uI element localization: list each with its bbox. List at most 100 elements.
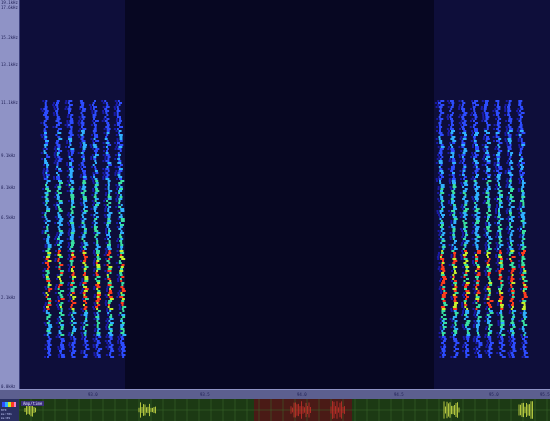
- spectro-cell: [90, 214, 93, 216]
- spectro-cell: [110, 314, 113, 316]
- spectro-cell: [473, 138, 476, 140]
- spectro-cell: [442, 248, 445, 250]
- spectro-cell: [463, 328, 466, 330]
- spectro-cell: [441, 312, 444, 314]
- spectro-cell: [118, 146, 123, 148]
- spectro-cell: [82, 142, 86, 144]
- spectro-cell: [461, 324, 464, 326]
- spectro-cell: [81, 110, 86, 112]
- spectro-cell: [92, 130, 97, 132]
- spectro-cell: [46, 208, 51, 210]
- spectro-cell: [47, 252, 52, 254]
- spectro-cell: [520, 156, 523, 158]
- spectro-cell: [119, 102, 122, 104]
- spectro-cell: [92, 144, 97, 146]
- spectro-cell: [440, 292, 443, 294]
- spectro-cell: [496, 312, 499, 314]
- spectro-cell: [103, 132, 106, 134]
- spectro-cell: [462, 160, 465, 162]
- spectro-cell: [485, 268, 488, 270]
- spectro-cell: [70, 294, 73, 296]
- spectro-cell: [71, 252, 74, 254]
- amplitude-overview[interactable]: 870 ms:781 ms:89 Amp/time: [0, 399, 550, 421]
- spectro-cell: [472, 114, 477, 116]
- spectro-cell: [522, 322, 525, 324]
- spectro-cell: [84, 312, 89, 314]
- spectro-cell: [475, 302, 478, 304]
- spectro-cell: [484, 112, 489, 114]
- spectro-cell: [473, 314, 476, 316]
- spectro-cell: [82, 148, 86, 150]
- spectro-cell: [511, 282, 516, 284]
- spectro-cell: [453, 296, 458, 298]
- spectro-cell: [97, 322, 101, 324]
- spectro-cell: [106, 140, 109, 142]
- spectro-cell: [43, 150, 46, 152]
- spectro-cell: [487, 204, 491, 206]
- spectro-cell: [447, 148, 450, 150]
- spectro-cell: [500, 330, 503, 332]
- spectrogram-canvas[interactable]: [20, 0, 550, 389]
- spectro-cell: [496, 352, 499, 354]
- spectro-cell: [477, 304, 481, 306]
- spectro-cell: [475, 194, 480, 196]
- spectro-cell: [96, 302, 99, 304]
- spectrogram-viewer: 19.1kHz 17.6kHz 15.2kHz 13.1kHz 11.1kHz …: [0, 0, 550, 421]
- spectro-cell: [449, 116, 452, 118]
- spectro-cell: [510, 200, 515, 202]
- spectro-cell: [442, 276, 447, 278]
- spectro-cell: [478, 350, 481, 352]
- spectro-cell: [68, 268, 70, 270]
- spectro-cell: [120, 344, 125, 346]
- spectro-cell: [486, 220, 489, 222]
- spectro-cell: [69, 312, 72, 314]
- spectro-cell: [108, 320, 111, 322]
- spectro-cell: [54, 236, 57, 238]
- spectro-cell: [436, 118, 439, 120]
- spectro-cell: [518, 126, 523, 128]
- spectro-cell: [520, 274, 524, 276]
- spectro-cell: [475, 286, 478, 288]
- spectro-cell: [120, 318, 123, 320]
- spectro-cell: [508, 332, 511, 334]
- spectro-cell: [84, 340, 89, 342]
- spectro-cell: [448, 178, 451, 180]
- spectro-cell: [442, 300, 446, 302]
- spectro-cell: [46, 154, 49, 156]
- spectro-cell: [82, 262, 86, 264]
- spectro-cell: [498, 290, 501, 292]
- spectro-cell: [496, 232, 499, 234]
- spectro-cell: [97, 350, 101, 352]
- spectro-cell: [107, 158, 110, 160]
- spectro-cell: [497, 264, 500, 266]
- spectro-cell: [521, 186, 525, 188]
- spectro-cell: [116, 138, 119, 140]
- spectro-cell: [45, 292, 48, 294]
- spectro-cell: [437, 154, 440, 156]
- spectro-cell: [453, 298, 456, 300]
- time-label: 93.0: [88, 392, 98, 397]
- spectro-cell: [489, 300, 494, 302]
- spectro-cell: [484, 104, 489, 106]
- spectro-cell: [452, 318, 455, 320]
- spectro-cell: [521, 264, 526, 266]
- spectro-cell: [106, 122, 110, 124]
- spectro-cell: [56, 108, 59, 110]
- spectro-cell: [105, 178, 110, 180]
- spectro-cell: [486, 168, 491, 170]
- spectro-cell: [462, 170, 466, 172]
- spectro-cell: [104, 248, 107, 250]
- spectro-cell: [499, 194, 503, 196]
- spectro-cell: [507, 352, 510, 354]
- spectro-cell: [450, 150, 455, 152]
- spectro-cell: [72, 280, 75, 282]
- spectro-cell: [472, 308, 475, 310]
- spectro-cell: [117, 254, 120, 256]
- spectro-cell: [475, 326, 479, 328]
- spectro-cell: [94, 304, 97, 306]
- spectro-cell: [441, 176, 444, 178]
- spectro-cell: [55, 184, 58, 186]
- spectro-cell: [70, 154, 73, 156]
- spectro-cell: [451, 174, 455, 176]
- spectro-cell: [102, 172, 105, 174]
